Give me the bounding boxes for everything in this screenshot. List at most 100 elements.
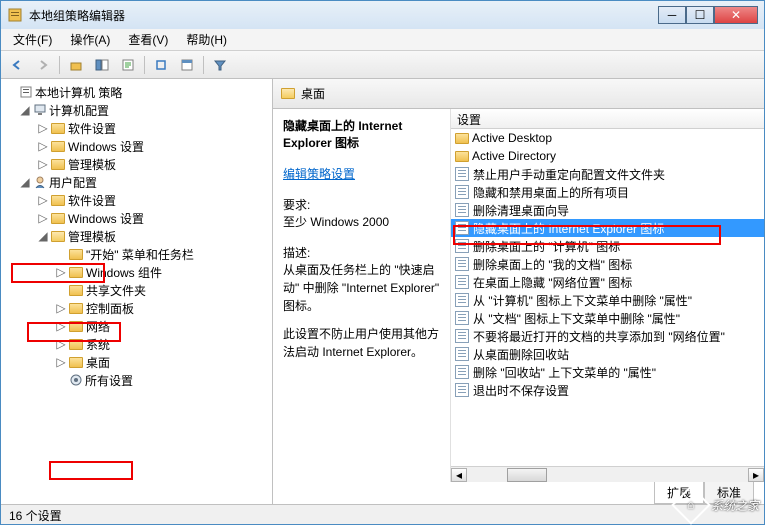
- list-header[interactable]: 设置: [451, 109, 764, 129]
- tree-label: 网络: [86, 318, 110, 335]
- expander-icon[interactable]: ▷: [55, 338, 67, 350]
- list-item[interactable]: Active Directory: [451, 147, 764, 165]
- right-pane: 桌面 隐藏桌面上的 Internet Explorer 图标 编辑策略设置 要求…: [273, 79, 764, 504]
- header-title: 桌面: [301, 85, 325, 102]
- expander-icon[interactable]: ▷: [55, 320, 67, 332]
- tree-root[interactable]: 本地计算机 策略: [1, 83, 272, 101]
- menu-view[interactable]: 查看(V): [120, 29, 176, 50]
- expander-icon[interactable]: ▷: [37, 194, 49, 206]
- folder-icon: [69, 357, 83, 368]
- list-item-label: 从桌面删除回收站: [473, 346, 569, 363]
- setting-icon: [455, 293, 469, 307]
- tree-label: 本地计算机 策略: [35, 84, 122, 101]
- tree-cc-windows[interactable]: ▷ Windows 设置: [1, 137, 272, 155]
- list-item[interactable]: 删除清理桌面向导: [451, 201, 764, 219]
- toolbar-separator: [144, 56, 145, 74]
- folder-icon: [51, 123, 65, 134]
- expander-icon[interactable]: ▷: [37, 140, 49, 152]
- expander-icon[interactable]: ▷: [37, 158, 49, 170]
- tree-label: 共享文件夹: [86, 282, 146, 299]
- folder-icon: [281, 88, 295, 99]
- app-icon: [7, 7, 23, 23]
- list-item[interactable]: 不要将最近打开的文档的共享添加到 "网络位置": [451, 327, 764, 345]
- folder-icon: [69, 339, 83, 350]
- expander-icon[interactable]: ▷: [37, 122, 49, 134]
- list-item[interactable]: 从桌面删除回收站: [451, 345, 764, 363]
- tree-pane[interactable]: 本地计算机 策略 ◢计算机配置 ▷软件设置 ▷Windows 设置 ▷管理模板 …: [1, 79, 273, 504]
- list-item[interactable]: 删除桌面上的 "计算机" 图标: [451, 237, 764, 255]
- menu-action[interactable]: 操作(A): [62, 29, 118, 50]
- scroll-track[interactable]: [467, 468, 748, 482]
- tree-shared-folders[interactable]: 共享文件夹: [1, 281, 272, 299]
- list-item[interactable]: 禁止用户手动重定向配置文件文件夹: [451, 165, 764, 183]
- maximize-button[interactable]: ☐: [686, 6, 714, 24]
- detail-column: 隐藏桌面上的 Internet Explorer 图标 编辑策略设置 要求: 至…: [273, 109, 451, 482]
- list-item[interactable]: 从 "文档" 图标上下文菜单中删除 "属性": [451, 309, 764, 327]
- setting-icon: [455, 275, 469, 289]
- expander-icon[interactable]: ▷: [55, 266, 67, 278]
- expander-icon[interactable]: ◢: [19, 104, 31, 116]
- menu-file[interactable]: 文件(F): [5, 29, 60, 50]
- tree-uc-windows[interactable]: ▷Windows 设置: [1, 209, 272, 227]
- titlebar[interactable]: 本地组策略编辑器 ─ ☐ ✕: [1, 1, 764, 29]
- tree-win-components[interactable]: ▷Windows 组件: [1, 263, 272, 281]
- scroll-right-button[interactable]: ▸: [748, 468, 764, 482]
- list-item[interactable]: 删除 "回收站" 上下文菜单的 "属性": [451, 363, 764, 381]
- expander-icon[interactable]: ▷: [37, 212, 49, 224]
- expander-icon[interactable]: [55, 374, 67, 386]
- refresh-button[interactable]: [149, 54, 173, 76]
- watermark-text: 系统之家: [711, 497, 759, 514]
- req-label: 要求:: [283, 196, 440, 213]
- tree-start-taskbar[interactable]: "开始" 菜单和任务栏: [1, 245, 272, 263]
- tree-desktop[interactable]: ▷桌面: [1, 353, 272, 371]
- list-item[interactable]: 隐藏和禁用桌面上的所有项目: [451, 183, 764, 201]
- tree-label: 管理模板: [68, 228, 116, 245]
- tree-network[interactable]: ▷ 网络: [1, 317, 272, 335]
- tree-all-settings[interactable]: 所有设置: [1, 371, 272, 389]
- tree-label: 控制面板: [86, 300, 134, 317]
- tree-label: 系统: [86, 336, 110, 353]
- tree-control-panel[interactable]: ▷ 控制面板: [1, 299, 272, 317]
- up-button[interactable]: [64, 54, 88, 76]
- tree-label: Windows 设置: [68, 138, 144, 155]
- list-item[interactable]: 在桌面上隐藏 "网络位置" 图标: [451, 273, 764, 291]
- settings-icon: [69, 373, 85, 387]
- tree-system[interactable]: ▷ 系统: [1, 335, 272, 353]
- show-hide-button[interactable]: [90, 54, 114, 76]
- expander-icon[interactable]: [55, 248, 67, 260]
- list-item[interactable]: 隐藏桌面上的 Internet Explorer 图标: [451, 219, 764, 237]
- menu-help[interactable]: 帮助(H): [178, 29, 235, 50]
- folder-icon: [455, 151, 469, 162]
- tree-uc-software[interactable]: ▷ 软件设置: [1, 191, 272, 209]
- tree-cc-templates[interactable]: ▷管理模板: [1, 155, 272, 173]
- list-items[interactable]: Active Desktop Active Directory禁止用户手动重定向配…: [451, 129, 764, 466]
- minimize-button[interactable]: ─: [658, 6, 686, 24]
- tree-uc-templates[interactable]: ◢ 管理模板: [1, 227, 272, 245]
- close-button[interactable]: ✕: [714, 6, 758, 24]
- horizontal-scrollbar[interactable]: ◂ ▸: [451, 466, 764, 482]
- edit-policy-link[interactable]: 编辑策略设置: [283, 167, 355, 181]
- tree-label: 软件设置: [68, 192, 116, 209]
- list-item[interactable]: Active Desktop: [451, 129, 764, 147]
- right-body: 隐藏桌面上的 Internet Explorer 图标 编辑策略设置 要求: 至…: [273, 109, 764, 482]
- tree-cc-software[interactable]: ▷软件设置: [1, 119, 272, 137]
- list-item[interactable]: 退出时不保存设置: [451, 381, 764, 399]
- back-button[interactable]: [5, 54, 29, 76]
- scroll-thumb[interactable]: [507, 468, 547, 482]
- tree-user-config[interactable]: ◢用户配置: [1, 173, 272, 191]
- expander-icon[interactable]: ◢: [19, 176, 31, 188]
- filter-button[interactable]: [208, 54, 232, 76]
- tree-computer-config[interactable]: ◢计算机配置: [1, 101, 272, 119]
- expander-icon[interactable]: ▷: [55, 302, 67, 314]
- properties-button[interactable]: [175, 54, 199, 76]
- expander-icon[interactable]: [5, 86, 17, 98]
- forward-button[interactable]: [31, 54, 55, 76]
- list-item[interactable]: 删除桌面上的 "我的文档" 图标: [451, 255, 764, 273]
- expander-icon[interactable]: ▷: [55, 356, 67, 368]
- scroll-left-button[interactable]: ◂: [451, 468, 467, 482]
- list-item[interactable]: 从 "计算机" 图标上下文菜单中删除 "属性": [451, 291, 764, 309]
- expander-icon[interactable]: ◢: [37, 230, 49, 242]
- export-button[interactable]: [116, 54, 140, 76]
- expander-icon[interactable]: [55, 284, 67, 296]
- list-item-label: Active Desktop: [472, 131, 552, 145]
